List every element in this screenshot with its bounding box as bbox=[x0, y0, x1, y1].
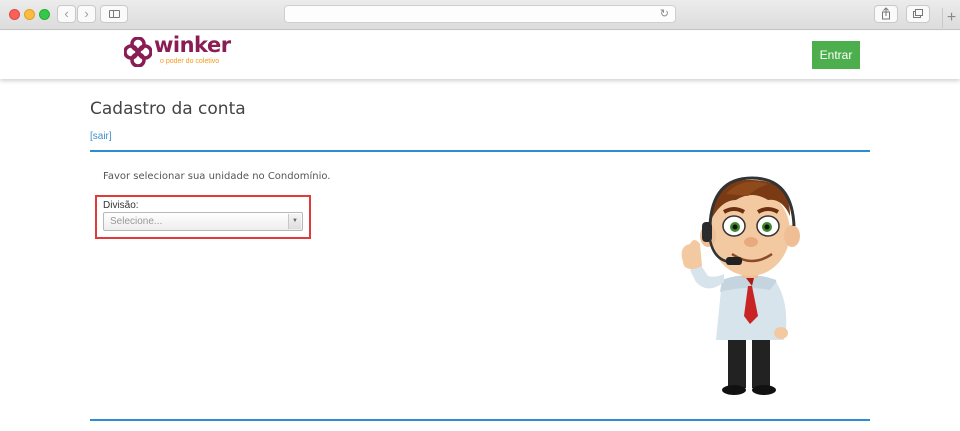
window-maximize-button[interactable] bbox=[39, 9, 50, 20]
window-close-button[interactable] bbox=[9, 9, 20, 20]
forward-button[interactable]: › bbox=[77, 5, 96, 23]
share-button[interactable] bbox=[874, 5, 898, 23]
plus-icon: + bbox=[946, 9, 957, 26]
page-title: Cadastro da conta bbox=[90, 99, 246, 119]
sidebar-icon bbox=[109, 10, 120, 18]
back-button[interactable]: ‹ bbox=[57, 5, 76, 23]
share-icon bbox=[882, 7, 890, 20]
divider bbox=[90, 150, 870, 152]
sidebar-toggle-button[interactable] bbox=[100, 5, 128, 23]
reload-icon[interactable]: ↻ bbox=[660, 7, 669, 20]
window-minimize-button[interactable] bbox=[24, 9, 35, 20]
site-header: winker o poder do coletivo Entrar bbox=[0, 31, 960, 79]
bottom-divider bbox=[90, 419, 870, 421]
support-mascot-illustration bbox=[681, 176, 800, 395]
tabs-icon bbox=[913, 9, 923, 18]
division-label: Divisão: bbox=[103, 200, 139, 211]
chevron-left-icon: ‹ bbox=[64, 6, 69, 21]
logo-tagline: o poder do coletivo bbox=[160, 58, 220, 65]
new-tab-button[interactable]: + bbox=[942, 8, 960, 28]
division-select-value: Selecione... bbox=[110, 216, 163, 227]
winker-logo[interactable]: winker o poder do coletivo bbox=[124, 33, 244, 73]
division-select[interactable]: Selecione... ▼ bbox=[103, 212, 303, 231]
instruction-text: Favor selecionar sua unidade no Condomín… bbox=[103, 171, 331, 182]
login-button[interactable]: Entrar bbox=[812, 41, 860, 69]
chevron-down-icon: ▼ bbox=[288, 214, 301, 229]
address-bar[interactable]: ↻ bbox=[284, 5, 676, 23]
chevron-right-icon: › bbox=[84, 6, 89, 21]
logout-link[interactable]: [sair] bbox=[90, 131, 112, 142]
show-tabs-button[interactable] bbox=[906, 5, 930, 23]
browser-toolbar: ‹ › ↻ + bbox=[0, 0, 960, 30]
winker-logo-icon bbox=[124, 37, 152, 67]
logo-wordmark: winker bbox=[154, 33, 231, 57]
